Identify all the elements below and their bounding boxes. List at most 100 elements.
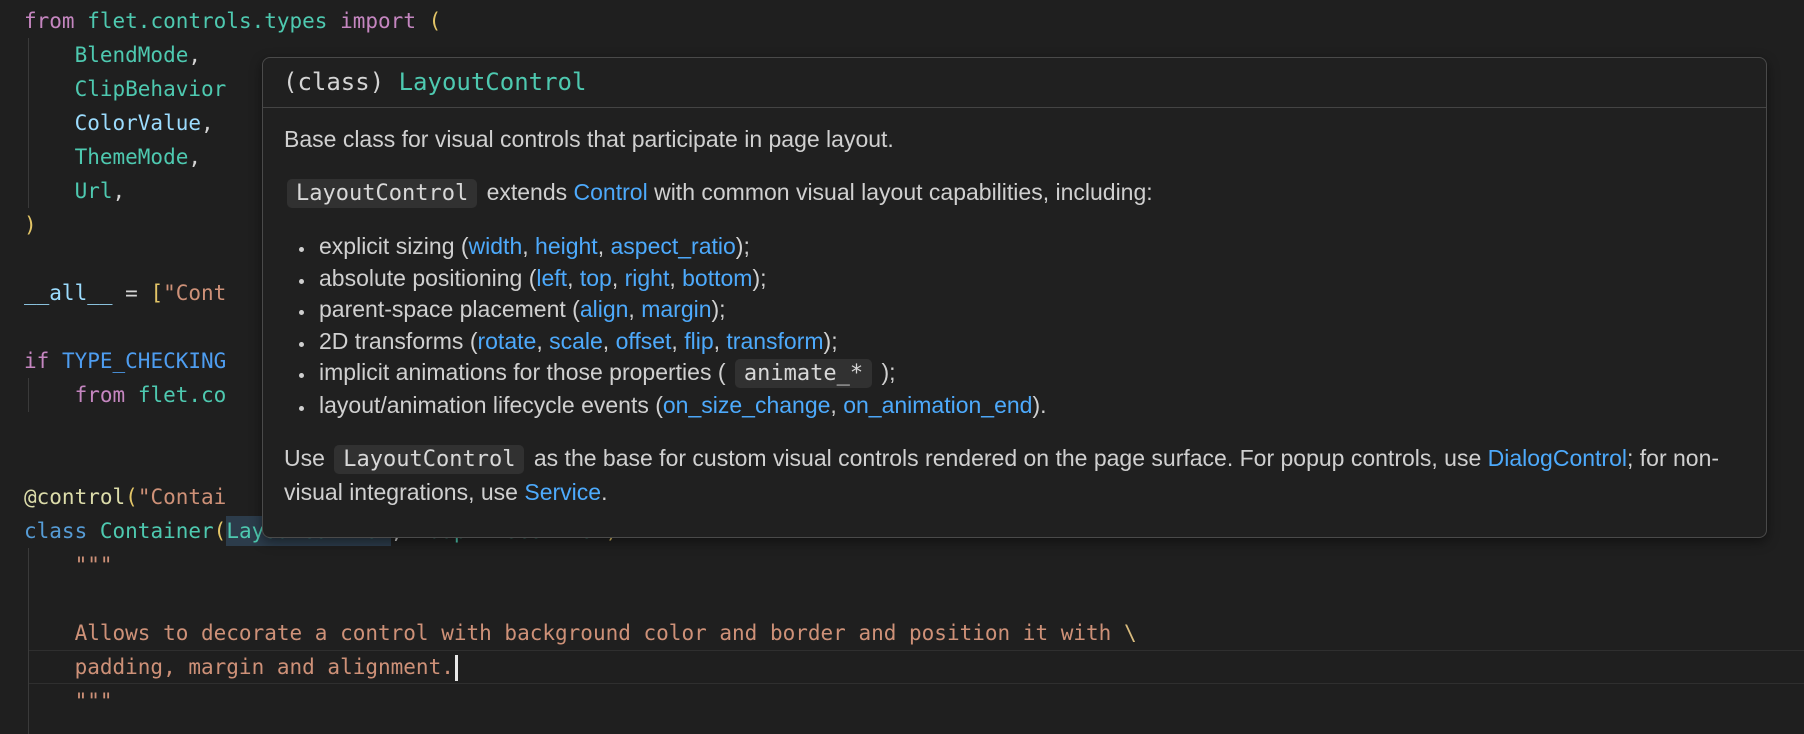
code-token: from [75, 383, 126, 407]
doc-text: 2D transforms ( [319, 328, 477, 354]
doc-link[interactable]: margin [641, 296, 711, 322]
doc-link[interactable]: height [535, 233, 598, 259]
code-token: BlendMode [75, 43, 189, 67]
doc-bullet-item: layout/animation lifecycle events (on_si… [316, 390, 1746, 422]
code-token: , [188, 145, 201, 169]
doc-text: , [714, 328, 727, 354]
code-token: = [113, 281, 151, 305]
code-token [24, 145, 75, 169]
doc-text: , [567, 265, 580, 291]
code-editor[interactable]: from flet.controls.types import ( BlendM… [0, 0, 1804, 734]
inline-code-chip: LayoutControl [334, 445, 524, 474]
doc-bullet-list: explicit sizing (width, height, aspect_r… [284, 231, 1746, 421]
doc-link[interactable]: bottom [682, 265, 752, 291]
code-token: ) [24, 213, 37, 237]
doc-link[interactable]: on_animation_end [843, 392, 1032, 418]
hover-doc-body: Base class for visual controls that part… [263, 108, 1766, 522]
doc-intro: Base class for visual controls that part… [284, 123, 1746, 155]
doc-text: explicit sizing ( [319, 233, 469, 259]
doc-link[interactable]: scale [549, 328, 603, 354]
hover-tooltip: (class) LayoutControl Base class for vis… [262, 57, 1767, 538]
code-token: Container [100, 519, 214, 543]
inline-code-chip: LayoutControl [287, 179, 477, 208]
doc-bullet-item: 2D transforms (rotate, scale, offset, fl… [316, 326, 1746, 358]
code-line[interactable]: """ [0, 684, 1804, 718]
code-token [87, 519, 100, 543]
code-line[interactable]: """ [0, 548, 1804, 582]
doc-link[interactable]: top [580, 265, 612, 291]
doc-bullet-item: parent-space placement (align, margin); [316, 294, 1746, 326]
code-token: ( [214, 519, 227, 543]
doc-bullet-item: implicit animations for those properties… [316, 357, 1746, 390]
code-token [75, 9, 88, 33]
doc-text: extends [480, 179, 573, 205]
code-token [416, 9, 429, 33]
code-token: flet.controls.types [87, 9, 327, 33]
doc-link[interactable]: rotate [477, 328, 536, 354]
code-token: from [24, 9, 75, 33]
doc-link[interactable]: transform [726, 328, 823, 354]
code-token [49, 349, 62, 373]
doc-text: , [603, 328, 616, 354]
doc-link[interactable]: on_size_change [663, 392, 831, 418]
doc-text: parent-space placement ( [319, 296, 580, 322]
doc-link[interactable]: DialogControl [1488, 445, 1627, 471]
code-token: ( [429, 9, 442, 33]
doc-text: , [628, 296, 641, 322]
code-token: , [201, 111, 214, 135]
code-token: class [24, 519, 87, 543]
code-token: "Contai [138, 485, 227, 509]
code-line[interactable] [0, 582, 1804, 616]
code-token: , [113, 179, 126, 203]
code-token: \ [1124, 621, 1137, 645]
code-token: import [340, 9, 416, 33]
doc-link[interactable]: align [580, 296, 629, 322]
code-token: __all__ [24, 281, 113, 305]
code-token: [ [150, 281, 163, 305]
doc-text: . [601, 479, 607, 505]
doc-link[interactable]: left [536, 265, 567, 291]
doc-text: ); [736, 233, 750, 259]
text-cursor [455, 655, 458, 681]
hover-symbol-kind: (class) [283, 68, 399, 96]
doc-footer: Use LayoutControl as the base for custom… [284, 442, 1746, 508]
doc-text: implicit animations for those properties… [319, 359, 732, 385]
code-token [24, 383, 75, 407]
code-line[interactable]: from flet.controls.types import ( [0, 4, 1804, 38]
code-token: Allows to decorate a control with backgr… [24, 621, 1124, 645]
doc-extends-line: LayoutControl extends Control with commo… [284, 176, 1746, 210]
doc-text: , [671, 328, 684, 354]
doc-text: ); [875, 359, 895, 385]
doc-text: as the base for custom visual controls r… [527, 445, 1487, 471]
doc-text: ); [824, 328, 838, 354]
doc-text: ); [752, 265, 766, 291]
doc-text: layout/animation lifecycle events ( [319, 392, 663, 418]
doc-text: with common visual layout capabilities, … [648, 179, 1153, 205]
doc-text: , [669, 265, 682, 291]
doc-link[interactable]: Service [524, 479, 601, 505]
code-token [24, 43, 75, 67]
code-token [327, 9, 340, 33]
code-token: @control [24, 485, 125, 509]
doc-link[interactable]: offset [616, 328, 672, 354]
doc-text: , [522, 233, 535, 259]
code-token [24, 179, 75, 203]
code-token: ColorValue [75, 111, 201, 135]
doc-text: Use [284, 445, 331, 471]
code-token: ( [125, 485, 138, 509]
doc-link[interactable]: flip [684, 328, 713, 354]
doc-link[interactable]: right [625, 265, 670, 291]
code-token: if [24, 349, 49, 373]
inline-code-chip: animate_* [735, 359, 872, 388]
code-line[interactable]: Allows to decorate a control with backgr… [0, 616, 1804, 650]
hover-header: (class) LayoutControl [263, 58, 1766, 108]
code-token: Url [75, 179, 113, 203]
code-token: ClipBehavior [75, 77, 227, 101]
code-line-current[interactable]: padding, margin and alignment. [0, 650, 1804, 684]
doc-link[interactable]: Control [574, 179, 648, 205]
code-token: , [188, 43, 201, 67]
code-token [125, 383, 138, 407]
doc-text: ). [1032, 392, 1046, 418]
doc-link[interactable]: width [469, 233, 523, 259]
doc-link[interactable]: aspect_ratio [610, 233, 735, 259]
